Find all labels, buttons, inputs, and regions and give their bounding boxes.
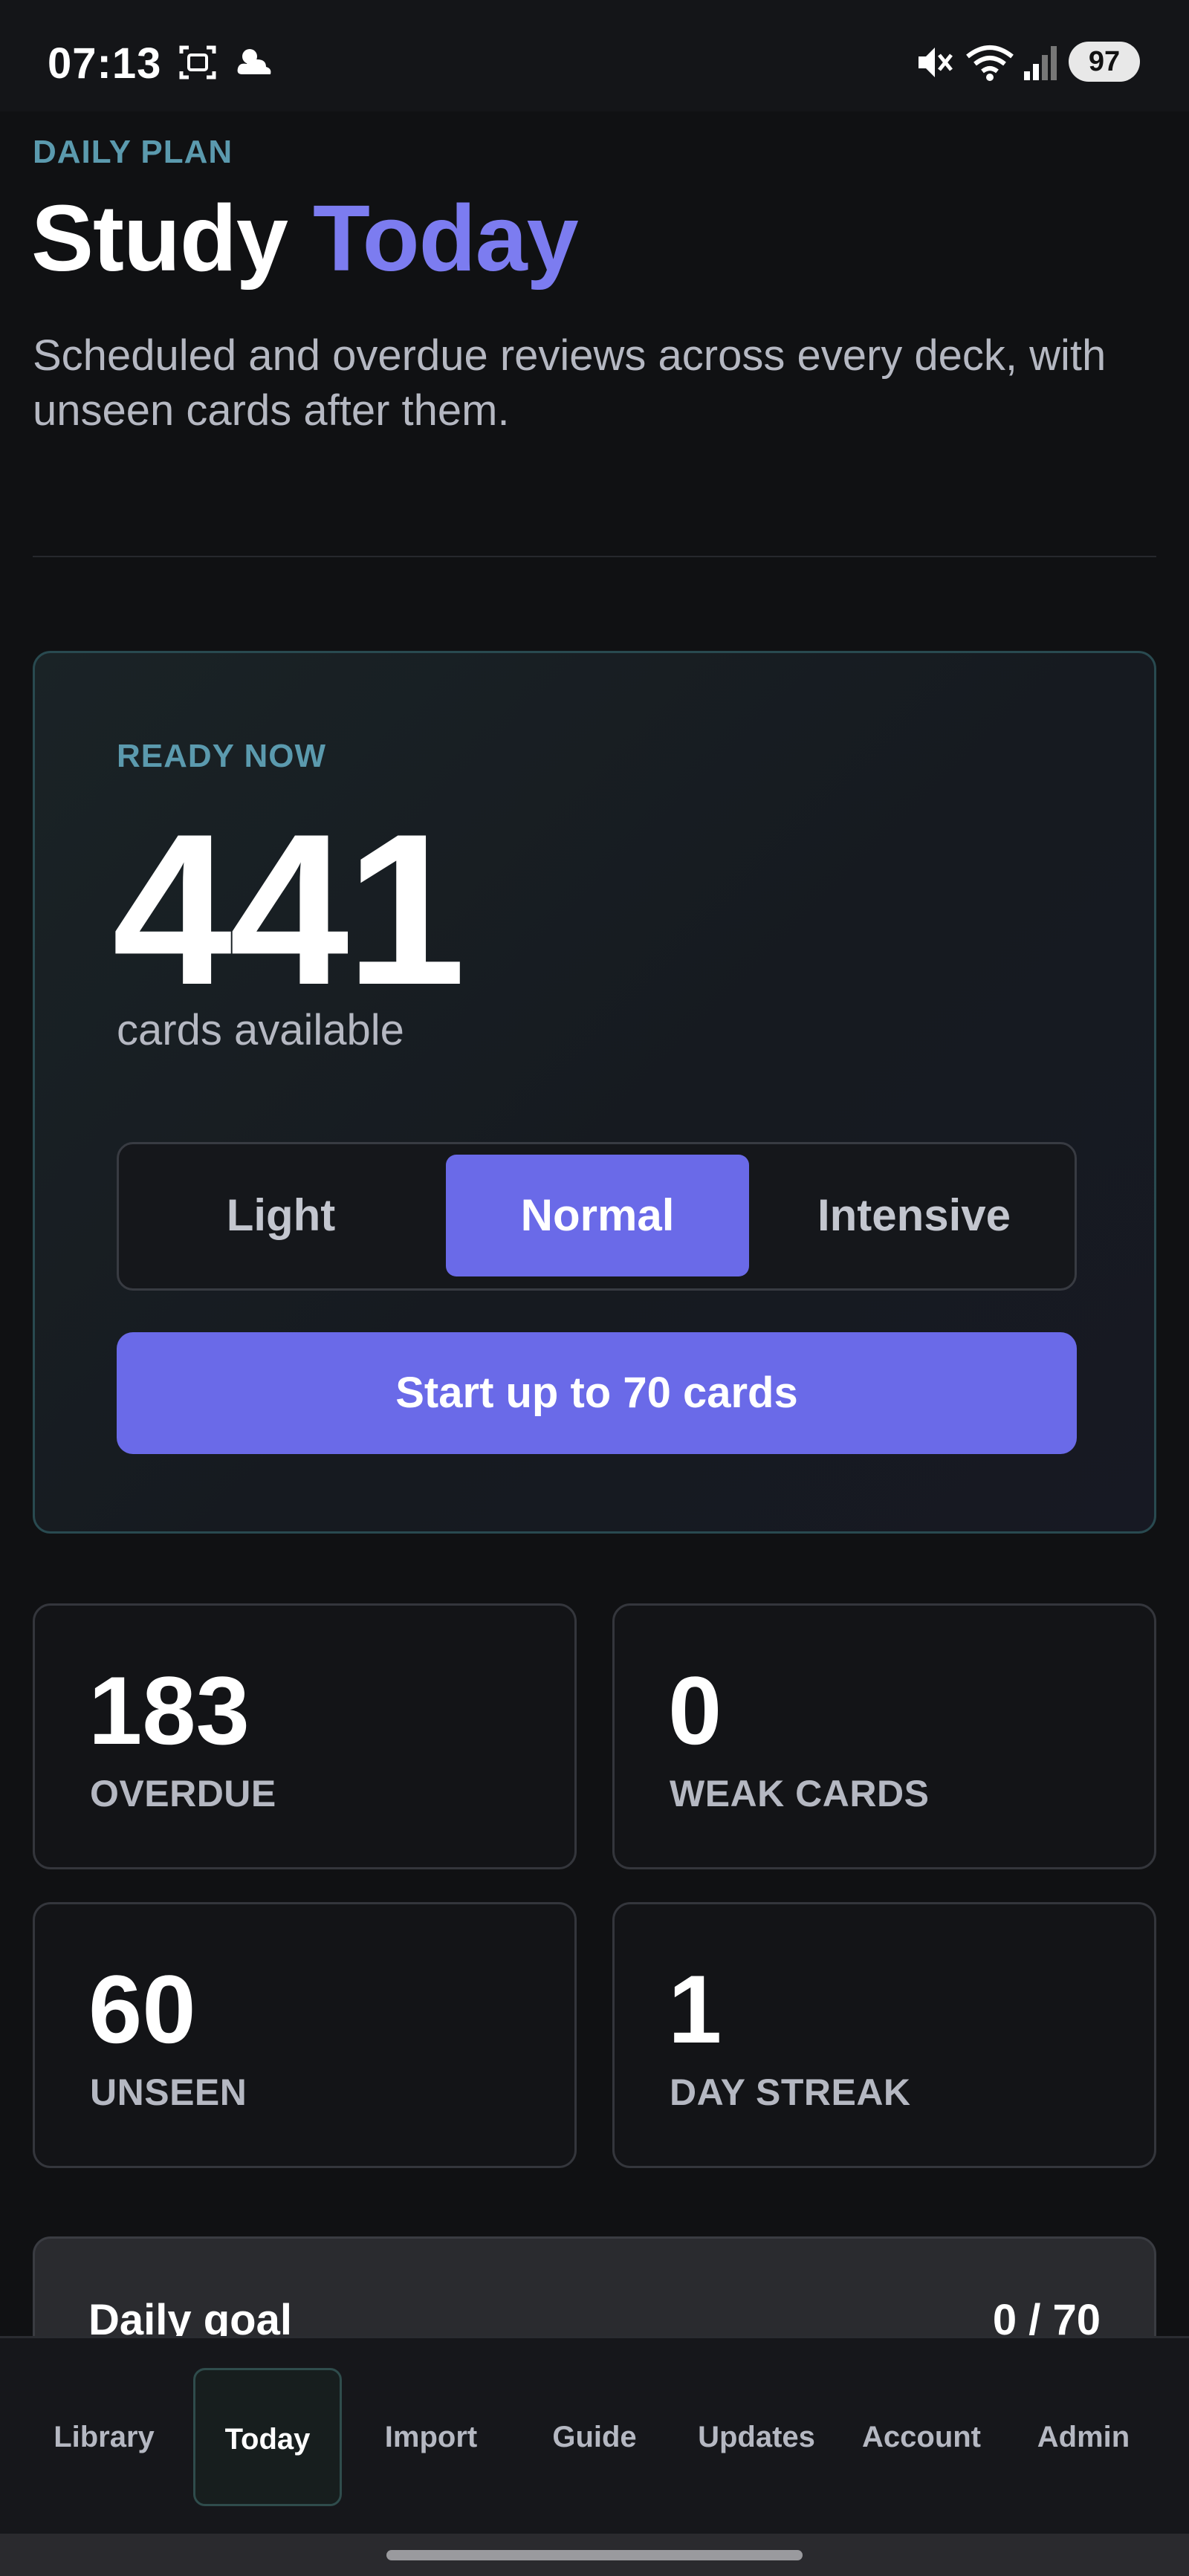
weather-icon: [237, 49, 271, 74]
nav-item-guide[interactable]: Guide: [520, 2368, 669, 2506]
header-divider: [33, 556, 1156, 557]
stat-card-unseen: 60 UNSEEN: [33, 1902, 577, 2168]
mode-intensive-button[interactable]: Intensive: [762, 1155, 1066, 1276]
stat-label: DAY STREAK: [670, 2071, 911, 2113]
signal-icon: [1024, 46, 1057, 80]
wifi-icon: [966, 45, 1014, 81]
gesture-bar: [0, 2534, 1189, 2576]
page-title-main: Study: [31, 186, 288, 291]
page-eyebrow: DAILY PLAN: [33, 134, 233, 170]
page-subtitle: Scheduled and overdue reviews across eve…: [33, 331, 1107, 435]
status-time: 07:13: [48, 39, 162, 88]
stat-card-day-streak: 1 DAY STREAK: [612, 1902, 1156, 2168]
bottom-nav: Library Today Import Guide Updates Accou…: [0, 2336, 1189, 2534]
nav-item-account[interactable]: Account: [847, 2368, 996, 2506]
nav-item-import[interactable]: Import: [357, 2368, 505, 2506]
screenshot-icon: [179, 45, 216, 80]
mode-light-button[interactable]: Light: [129, 1155, 432, 1276]
mode-normal-button[interactable]: Normal: [446, 1155, 749, 1276]
stat-value: 0: [668, 1656, 722, 1765]
stat-label: OVERDUE: [90, 1773, 276, 1814]
ready-card: READY NOW 441 cards available Light Norm…: [33, 651, 1156, 1534]
mute-icon: [919, 48, 953, 77]
stat-value: 60: [88, 1955, 196, 2063]
home-indicator[interactable]: [386, 2550, 803, 2560]
page-title: Study Today: [31, 184, 579, 292]
stat-value: 183: [88, 1656, 250, 1765]
page-title-accent: Today: [313, 186, 579, 291]
stat-label: UNSEEN: [90, 2071, 247, 2113]
ready-caption: cards available: [117, 1006, 404, 1054]
nav-item-today[interactable]: Today: [193, 2368, 342, 2506]
nav-item-updates[interactable]: Updates: [682, 2368, 831, 2506]
status-bar: 07:13 97: [0, 0, 1189, 111]
stat-card-weak-cards: 0 WEAK CARDS: [612, 1603, 1156, 1869]
stat-label: WEAK CARDS: [670, 1773, 930, 1814]
study-mode-selector: Light Normal Intensive: [117, 1142, 1077, 1291]
nav-item-library[interactable]: Library: [30, 2368, 178, 2506]
start-study-button[interactable]: Start up to 70 cards: [117, 1332, 1077, 1454]
stat-card-overdue: 183 OVERDUE: [33, 1603, 577, 1869]
nav-item-admin[interactable]: Admin: [1009, 2368, 1158, 2506]
battery-indicator: 97: [1069, 42, 1140, 82]
ready-count: 441: [112, 789, 466, 1030]
ready-label: READY NOW: [117, 738, 326, 774]
stat-value: 1: [668, 1955, 722, 2063]
